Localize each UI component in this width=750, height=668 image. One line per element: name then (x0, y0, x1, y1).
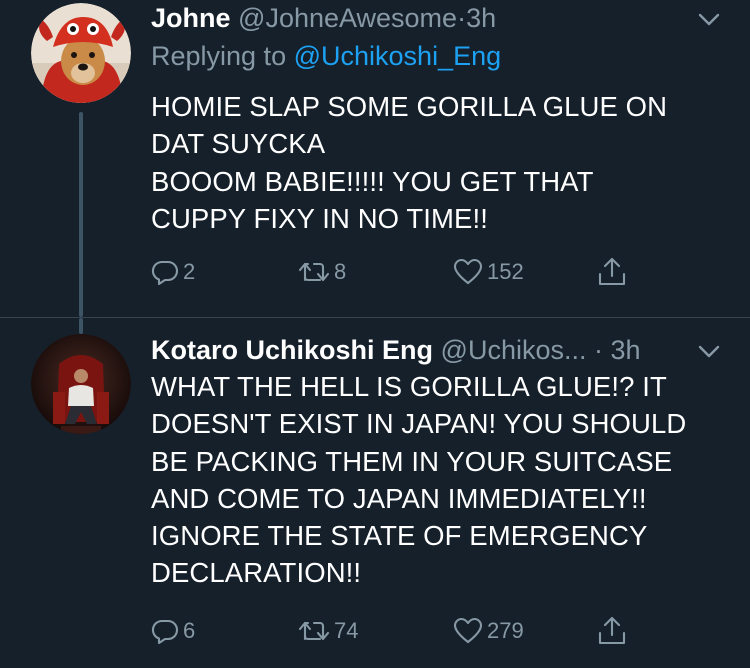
display-name[interactable]: Kotaro Uchikoshi Eng (151, 335, 433, 365)
like-count: 279 (487, 618, 524, 643)
separator-dot: · (594, 335, 604, 365)
heart-icon (453, 617, 483, 644)
tweet-text-line: DOESN'T EXIST IN JAPAN! YOU SHOULD (151, 408, 687, 440)
retweet-icon (298, 262, 330, 282)
reply-count: 2 (183, 259, 196, 284)
tweet-text-line: IGNORE THE STATE OF EMERGENCY (151, 520, 648, 552)
user-handle[interactable]: @Uchikos... (441, 335, 587, 365)
thread-line (79, 112, 83, 317)
tweet-text-line: WHAT THE HELL IS GORILLA GLUE!? IT (151, 371, 667, 402)
retweet-button[interactable]: 8 (298, 255, 346, 289)
display-name[interactable]: Johne (151, 3, 231, 33)
tweet-kotaro[interactable]: Kotaro Uchikoshi Eng @Uchikos... · 3h WH… (0, 318, 750, 668)
tweet-text-line: CUPPY FIXY IN NO TIME!! (151, 202, 488, 234)
timestamp[interactable]: 3h (466, 3, 496, 33)
reply-icon (151, 619, 179, 645)
avatar[interactable] (31, 334, 131, 434)
more-options-caret[interactable] (696, 338, 722, 364)
like-count: 152 (487, 259, 524, 284)
thread-line (79, 318, 83, 334)
reply-count: 6 (183, 618, 196, 643)
avatar-image-man-on-red-throne (31, 334, 131, 434)
tweet-text-line: DECLARATION!! (151, 557, 362, 589)
retweet-count: 74 (334, 618, 359, 643)
retweet-count: 8 (334, 259, 347, 284)
tweet-text: WHAT THE HELL IS GORILLA GLUE!? IT DOESN… (151, 368, 731, 592)
replying-to: Replying to @Uchikoshi_Eng (151, 38, 501, 74)
tweet-text-line: BE PACKING THEM IN YOUR SUITCASE (151, 445, 673, 477)
retweet-button[interactable]: 74 (298, 614, 358, 648)
avatar[interactable] (31, 3, 131, 103)
share-button[interactable] (597, 255, 627, 289)
heart-icon (453, 258, 483, 285)
chevron-down-icon (698, 13, 720, 26)
reply-button[interactable]: 2 (151, 255, 195, 289)
like-button[interactable]: 279 (453, 614, 524, 648)
reply-button[interactable]: 6 (151, 614, 195, 648)
like-button[interactable]: 152 (453, 255, 524, 289)
tweet-johne[interactable]: Johne @JohneAwesome·3h Replying to @Uchi… (0, 0, 750, 317)
avatar-image-dog-in-lobster-hat (31, 3, 131, 103)
tweet-text-line: AND COME TO JAPAN IMMEDIATELY!! (151, 482, 647, 514)
share-icon (598, 616, 626, 645)
tweet-text-line: HOMIE SLAP SOME GORILLA GLUE ON (151, 91, 668, 122)
retweet-icon (298, 621, 330, 641)
tweet-text-line: DAT SUYCKA (151, 128, 326, 160)
timestamp[interactable]: 3h (611, 335, 641, 365)
share-button[interactable] (597, 614, 627, 648)
tweet-header: Kotaro Uchikoshi Eng @Uchikos... · 3h (151, 332, 730, 368)
user-handle[interactable]: @JohneAwesome (238, 3, 457, 33)
replying-to-handle-link[interactable]: @Uchikoshi_Eng (294, 41, 502, 71)
chevron-down-icon (698, 345, 720, 358)
tweet-header: Johne @JohneAwesome·3h (151, 0, 730, 36)
replying-to-label: Replying to (151, 41, 287, 71)
more-options-caret[interactable] (696, 6, 722, 32)
reply-icon (151, 260, 179, 286)
tweet-text: HOMIE SLAP SOME GORILLA GLUE ON DAT SUYC… (151, 88, 731, 237)
tweet-text-line: BOOOM BABIE!!!!! YOU GET THAT (151, 165, 594, 197)
share-icon (598, 257, 626, 286)
separator-dot: · (457, 3, 467, 33)
